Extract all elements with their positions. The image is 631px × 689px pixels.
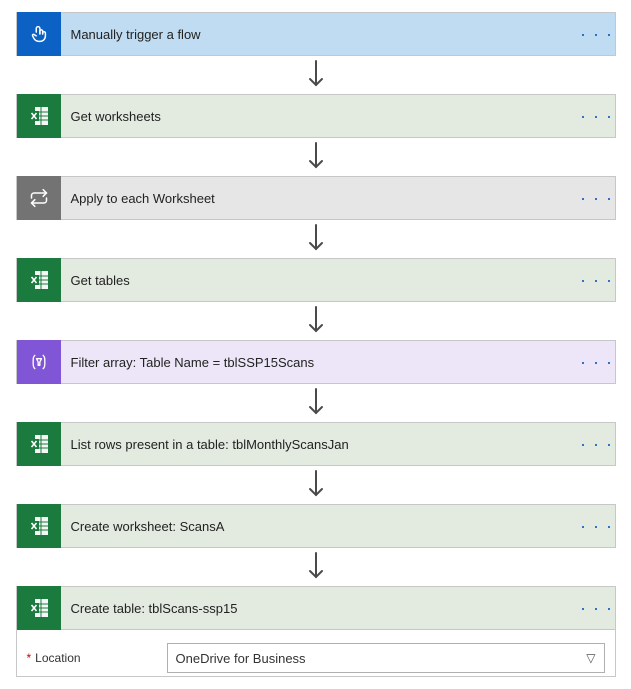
step-title: Create worksheet: ScansA bbox=[61, 519, 579, 534]
step-title: Manually trigger a flow bbox=[61, 27, 579, 42]
connector-arrow bbox=[16, 138, 616, 176]
step-title: Apply to each Worksheet bbox=[61, 191, 579, 206]
excel-icon bbox=[17, 504, 61, 548]
step-get-tables[interactable]: Get tables · · · bbox=[16, 258, 616, 302]
touch-icon bbox=[17, 12, 61, 56]
step-title: Get tables bbox=[61, 273, 579, 288]
excel-icon bbox=[17, 586, 61, 630]
step-manual-trigger[interactable]: Manually trigger a flow · · · bbox=[16, 12, 616, 56]
param-row-location: *Location OneDrive for Business ▽ bbox=[27, 640, 605, 676]
step-title: Filter array: Table Name = tblSSP15Scans bbox=[61, 355, 579, 370]
step-menu-button[interactable]: · · · bbox=[579, 586, 615, 630]
filter-icon bbox=[17, 340, 61, 384]
step-apply-to-each[interactable]: Apply to each Worksheet · · · bbox=[16, 176, 616, 220]
excel-icon bbox=[17, 94, 61, 138]
connector-arrow bbox=[16, 466, 616, 504]
step-title: List rows present in a table: tblMonthly… bbox=[61, 437, 579, 452]
step-filter-array[interactable]: Filter array: Table Name = tblSSP15Scans… bbox=[16, 340, 616, 384]
step-get-worksheets[interactable]: Get worksheets · · · bbox=[16, 94, 616, 138]
select-value: OneDrive for Business bbox=[176, 651, 306, 666]
step-menu-button[interactable]: · · · bbox=[579, 12, 615, 56]
excel-icon bbox=[17, 258, 61, 302]
step-menu-button[interactable]: · · · bbox=[579, 94, 615, 138]
flow-container: Manually trigger a flow · · · Get worksh… bbox=[12, 12, 619, 677]
step-create-worksheet[interactable]: Create worksheet: ScansA · · · bbox=[16, 504, 616, 548]
param-label-text: Location bbox=[35, 651, 80, 665]
excel-icon bbox=[17, 422, 61, 466]
step-menu-button[interactable]: · · · bbox=[579, 258, 615, 302]
chevron-down-icon: ▽ bbox=[586, 651, 595, 665]
step-menu-button[interactable]: · · · bbox=[579, 504, 615, 548]
step-params-panel: *Location OneDrive for Business ▽ bbox=[16, 630, 616, 677]
connector-arrow bbox=[16, 56, 616, 94]
step-menu-button[interactable]: · · · bbox=[579, 176, 615, 220]
connector-arrow bbox=[16, 220, 616, 258]
loop-icon bbox=[17, 176, 61, 220]
step-menu-button[interactable]: · · · bbox=[579, 340, 615, 384]
step-title: Get worksheets bbox=[61, 109, 579, 124]
connector-arrow bbox=[16, 548, 616, 586]
param-label: *Location bbox=[27, 651, 167, 665]
step-create-table[interactable]: Create table: tblScans-ssp15 · · · bbox=[16, 586, 616, 630]
location-select[interactable]: OneDrive for Business ▽ bbox=[167, 643, 605, 673]
step-menu-button[interactable]: · · · bbox=[579, 422, 615, 466]
required-marker: * bbox=[27, 651, 32, 665]
connector-arrow bbox=[16, 302, 616, 340]
step-list-rows[interactable]: List rows present in a table: tblMonthly… bbox=[16, 422, 616, 466]
connector-arrow bbox=[16, 384, 616, 422]
step-title: Create table: tblScans-ssp15 bbox=[61, 601, 579, 616]
